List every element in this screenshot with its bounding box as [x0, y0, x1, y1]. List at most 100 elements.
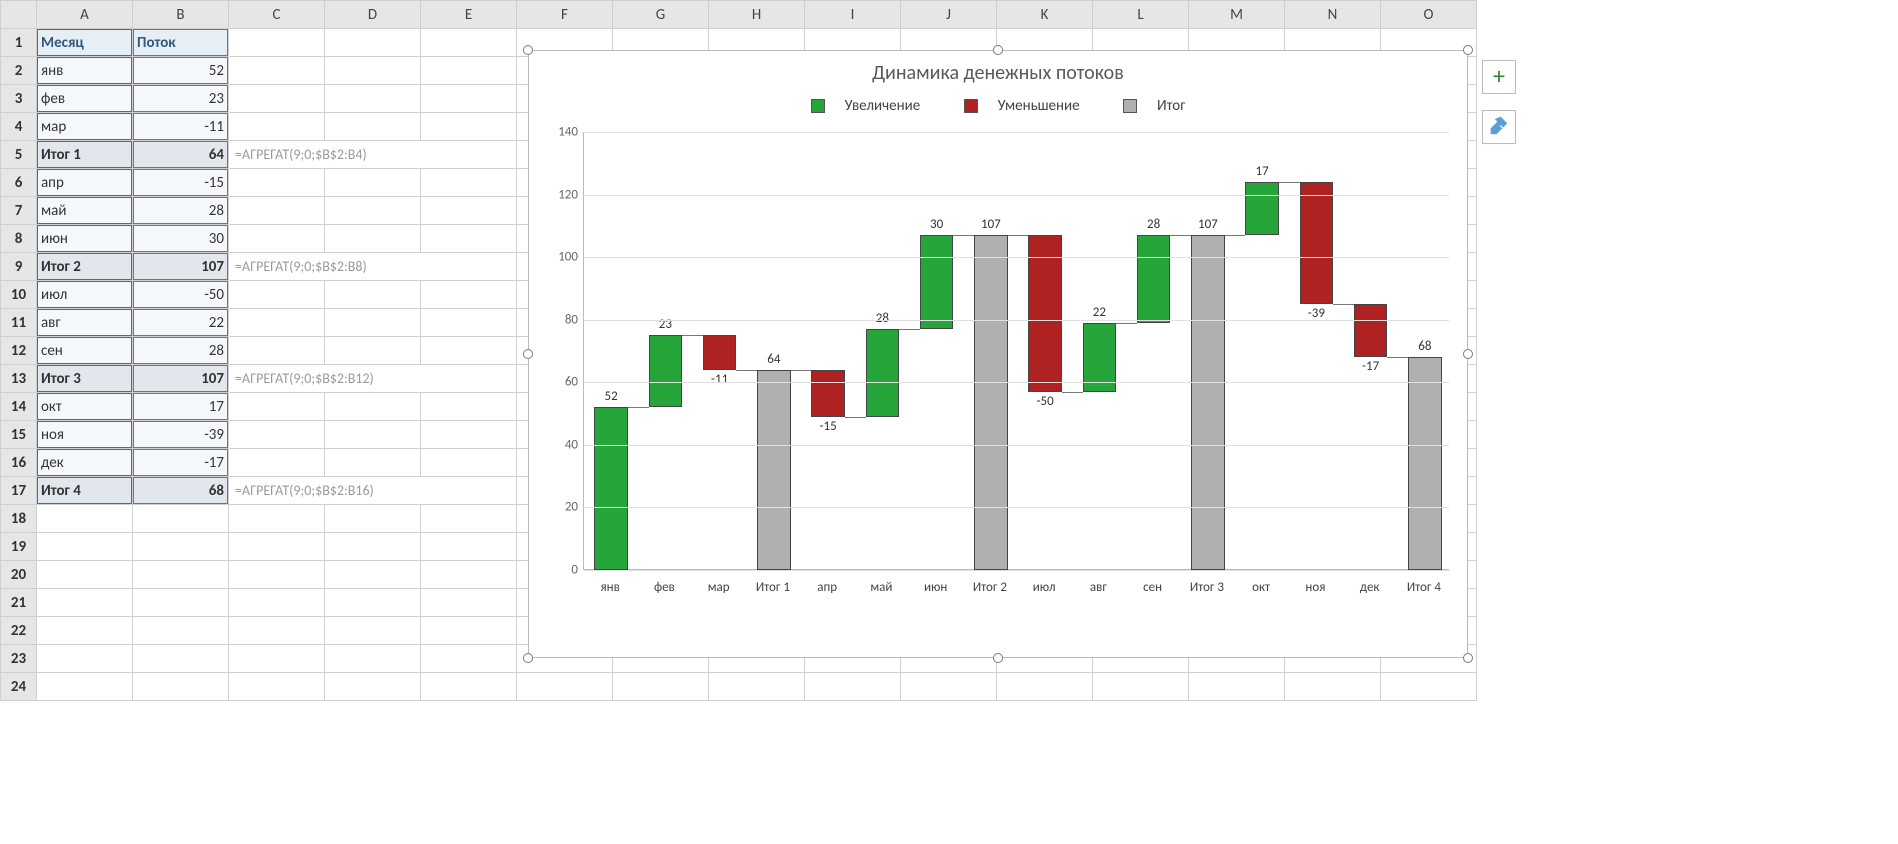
- cell[interactable]: [229, 169, 325, 197]
- column-header[interactable]: O: [1381, 1, 1477, 29]
- cell[interactable]: [37, 561, 133, 589]
- row-header[interactable]: 10: [1, 281, 37, 309]
- cell[interactable]: [229, 561, 325, 589]
- cell[interactable]: [37, 617, 133, 645]
- row-header[interactable]: 18: [1, 505, 37, 533]
- column-header[interactable]: G: [613, 1, 709, 29]
- cell[interactable]: окт: [37, 393, 133, 421]
- chart-object[interactable]: Динамика денежных потоков Увеличение Уме…: [528, 50, 1468, 658]
- cell[interactable]: 28: [133, 337, 229, 365]
- cell[interactable]: [997, 673, 1093, 701]
- cell[interactable]: [421, 57, 517, 85]
- cell[interactable]: [229, 449, 325, 477]
- column-header[interactable]: I: [805, 1, 901, 29]
- cell[interactable]: июн: [37, 225, 133, 253]
- cell[interactable]: [517, 673, 613, 701]
- cell[interactable]: апр: [37, 169, 133, 197]
- cell[interactable]: [421, 561, 517, 589]
- chart-bar[interactable]: [703, 335, 737, 369]
- cell[interactable]: 28: [133, 197, 229, 225]
- cell[interactable]: [325, 225, 421, 253]
- cell[interactable]: [325, 449, 421, 477]
- chart-title[interactable]: Динамика денежных потоков: [529, 61, 1467, 85]
- cell[interactable]: [37, 505, 133, 533]
- cell[interactable]: [325, 57, 421, 85]
- cell[interactable]: [229, 617, 325, 645]
- cell[interactable]: [325, 505, 421, 533]
- cell[interactable]: [229, 589, 325, 617]
- chart-plot-area[interactable]: 5223-1164-152830107-50222810717-39-1768 …: [583, 132, 1449, 570]
- row-header[interactable]: 14: [1, 393, 37, 421]
- cell[interactable]: [229, 281, 325, 309]
- cell[interactable]: [133, 533, 229, 561]
- cell[interactable]: [133, 505, 229, 533]
- row-header[interactable]: 19: [1, 533, 37, 561]
- cell[interactable]: [1381, 673, 1477, 701]
- cell[interactable]: [421, 85, 517, 113]
- cell[interactable]: -11: [133, 113, 229, 141]
- row-header[interactable]: 15: [1, 421, 37, 449]
- cell[interactable]: Итог 4: [37, 477, 133, 505]
- cell[interactable]: [229, 533, 325, 561]
- row-header[interactable]: 16: [1, 449, 37, 477]
- cell[interactable]: [133, 673, 229, 701]
- cell[interactable]: [421, 449, 517, 477]
- legend-item-decrease[interactable]: Уменьшение: [954, 97, 1090, 115]
- cell[interactable]: [325, 113, 421, 141]
- cell[interactable]: [325, 617, 421, 645]
- cell[interactable]: [229, 673, 325, 701]
- cell[interactable]: [421, 225, 517, 253]
- cell[interactable]: [421, 337, 517, 365]
- row-header[interactable]: 4: [1, 113, 37, 141]
- column-header[interactable]: C: [229, 1, 325, 29]
- column-header[interactable]: B: [133, 1, 229, 29]
- chart-bar[interactable]: [866, 329, 900, 417]
- row-header[interactable]: 24: [1, 673, 37, 701]
- cell[interactable]: =АГРЕГАТ(9;0;$B$2:B16): [229, 477, 517, 505]
- cell[interactable]: [421, 169, 517, 197]
- cell[interactable]: [325, 673, 421, 701]
- cell[interactable]: ноя: [37, 421, 133, 449]
- cell[interactable]: [133, 617, 229, 645]
- row-header[interactable]: 12: [1, 337, 37, 365]
- cell[interactable]: -17: [133, 449, 229, 477]
- cell[interactable]: [37, 533, 133, 561]
- cell[interactable]: [325, 393, 421, 421]
- cell[interactable]: [325, 281, 421, 309]
- cell[interactable]: [37, 645, 133, 673]
- cell[interactable]: [421, 533, 517, 561]
- cell[interactable]: [325, 561, 421, 589]
- cell[interactable]: сен: [37, 337, 133, 365]
- cell[interactable]: [37, 673, 133, 701]
- cell[interactable]: [229, 85, 325, 113]
- cell[interactable]: [325, 309, 421, 337]
- chart-resize-handle[interactable]: [993, 45, 1003, 55]
- cell[interactable]: =АГРЕГАТ(9;0;$B$2:B12): [229, 365, 517, 393]
- cell[interactable]: [229, 57, 325, 85]
- chart-elements-button[interactable]: +: [1482, 60, 1516, 94]
- cell[interactable]: [133, 561, 229, 589]
- column-header[interactable]: J: [901, 1, 997, 29]
- chart-bar[interactable]: [649, 335, 683, 407]
- row-header[interactable]: 21: [1, 589, 37, 617]
- cell[interactable]: [421, 113, 517, 141]
- legend-item-increase[interactable]: Увеличение: [801, 97, 931, 115]
- row-header[interactable]: 3: [1, 85, 37, 113]
- cell[interactable]: [421, 617, 517, 645]
- cell[interactable]: [709, 673, 805, 701]
- chart-bar[interactable]: [757, 370, 791, 570]
- cell[interactable]: -15: [133, 169, 229, 197]
- chart-bar[interactable]: [1028, 235, 1062, 391]
- row-header[interactable]: 7: [1, 197, 37, 225]
- cell[interactable]: [421, 645, 517, 673]
- chart-resize-handle[interactable]: [523, 653, 533, 663]
- chart-bar[interactable]: [594, 407, 628, 570]
- chart-resize-handle[interactable]: [523, 45, 533, 55]
- cell[interactable]: май: [37, 197, 133, 225]
- cell[interactable]: Итог 3: [37, 365, 133, 393]
- column-header[interactable]: M: [1189, 1, 1285, 29]
- cell[interactable]: [229, 309, 325, 337]
- cell[interactable]: фев: [37, 85, 133, 113]
- cell[interactable]: [421, 505, 517, 533]
- cell[interactable]: [325, 337, 421, 365]
